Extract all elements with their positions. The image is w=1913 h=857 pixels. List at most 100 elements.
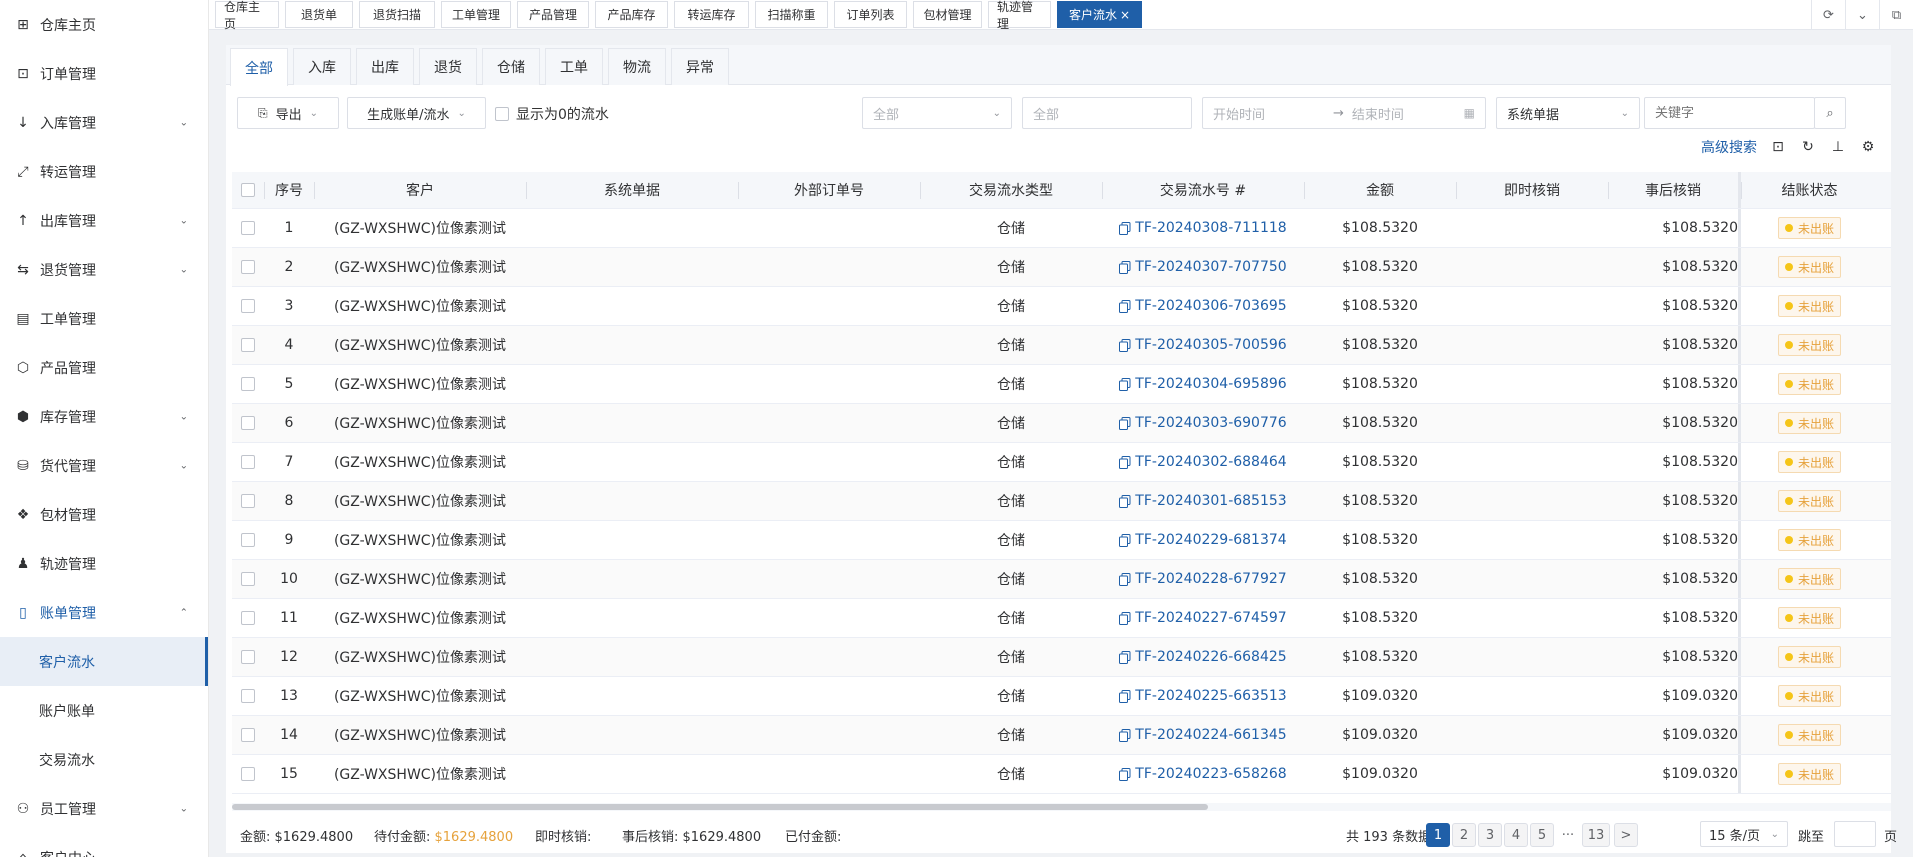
page-last-button[interactable]: 13 [1582, 823, 1610, 847]
sidebar-item[interactable]: ⛁ 货代管理 ⌄ [0, 441, 208, 490]
horizontal-scrollbar[interactable] [232, 803, 1891, 811]
category-select[interactable]: 全部 ⌄ [862, 97, 1012, 129]
txn-no-link[interactable]: TF-20240229-681374 [1119, 532, 1287, 548]
copy-icon[interactable] [1119, 260, 1131, 274]
txn-no-link[interactable]: TF-20240224-661345 [1119, 727, 1287, 743]
top-tab[interactable]: 包材管理 [913, 1, 982, 28]
column-height-icon[interactable]: ⊥ [1829, 138, 1847, 156]
top-tab[interactable]: 订单列表 [834, 1, 907, 28]
sidebar-item[interactable]: ⌂ 客户中心 [0, 833, 208, 857]
table-row[interactable]: 6 (GZ-WXSHWC)位像素测试 仓储 TF-20240303-690776 $10… [232, 404, 1891, 443]
top-tab[interactable]: 转运库存 [674, 1, 749, 28]
copy-icon[interactable] [1119, 572, 1131, 586]
copy-icon[interactable] [1119, 455, 1131, 469]
checkbox-box[interactable] [241, 377, 255, 391]
row-checkbox[interactable] [232, 677, 264, 715]
fullscreen-button[interactable]: ⧉ [1879, 0, 1913, 30]
table-row[interactable]: 10 (GZ-WXSHWC)位像素测试 仓储 TF-20240228-677927 $1… [232, 560, 1891, 599]
checkbox-box[interactable] [241, 611, 255, 625]
table-row[interactable]: 12 (GZ-WXSHWC)位像素测试 仓储 TF-20240226-668425 $1… [232, 638, 1891, 677]
checkbox-box[interactable] [241, 260, 255, 274]
filter-toggle-icon[interactable]: ⊡ [1769, 138, 1787, 156]
row-checkbox[interactable] [232, 287, 264, 325]
row-checkbox[interactable] [232, 521, 264, 559]
sidebar-subitem[interactable]: 交易流水 [0, 735, 208, 784]
close-icon[interactable]: × [1120, 8, 1130, 22]
copy-icon[interactable] [1119, 533, 1131, 547]
checkbox-box[interactable] [241, 767, 255, 781]
row-checkbox[interactable] [232, 404, 264, 442]
table-row[interactable]: 7 (GZ-WXSHWC)位像素测试 仓储 TF-20240302-688464 $10… [232, 443, 1891, 482]
top-tab[interactable]: 客户流水 × [1057, 1, 1142, 28]
sidebar-item[interactable]: ⤢ 转运管理 [0, 147, 208, 196]
table-row[interactable]: 2 (GZ-WXSHWC)位像素测试 仓储 TF-20240307-707750 $10… [232, 248, 1891, 287]
pagination-ellipsis[interactable]: ··· [1556, 823, 1580, 847]
copy-icon[interactable] [1119, 689, 1131, 703]
checkbox-box[interactable] [241, 455, 255, 469]
page-5-button[interactable]: 5 [1530, 823, 1554, 847]
sidebar-item[interactable]: ❖ 包材管理 [0, 490, 208, 539]
copy-icon[interactable] [1119, 338, 1131, 352]
table-row[interactable]: 4 (GZ-WXSHWC)位像素测试 仓储 TF-20240305-700596 $10… [232, 326, 1891, 365]
sidebar-item[interactable]: ⚇ 员工管理 ⌄ [0, 784, 208, 833]
tab-4[interactable]: 仓储 [482, 48, 540, 85]
sidebar-item[interactable]: ⬢ 库存管理 ⌄ [0, 392, 208, 441]
checkbox-box[interactable] [241, 183, 255, 197]
copy-icon[interactable] [1119, 299, 1131, 313]
txn-no-link[interactable]: TF-20240227-674597 [1119, 610, 1287, 626]
row-checkbox[interactable] [232, 326, 264, 364]
tabs-dropdown-button[interactable]: ⌄ [1845, 0, 1879, 30]
next-page-button[interactable]: > [1614, 823, 1638, 847]
tab-7[interactable]: 异常 [671, 48, 729, 85]
table-row[interactable]: 3 (GZ-WXSHWC)位像素测试 仓储 TF-20240306-703695 $10… [232, 287, 1891, 326]
sidebar-item[interactable]: ⊡ 订单管理 [0, 49, 208, 98]
checkbox-box[interactable] [241, 299, 255, 313]
table-row[interactable]: 13 (GZ-WXSHWC)位像素测试 仓储 TF-20240225-663513 $1… [232, 677, 1891, 716]
copy-icon[interactable] [1119, 377, 1131, 391]
tab-6[interactable]: 物流 [608, 48, 666, 85]
tab-2[interactable]: 出库 [356, 48, 414, 85]
export-button[interactable]: ⎘ 导出 ⌄ [237, 97, 339, 129]
txn-no-link[interactable]: TF-20240307-707750 [1119, 259, 1287, 275]
top-tab[interactable]: 轨迹管理 [988, 0, 1051, 31]
row-checkbox[interactable] [232, 365, 264, 403]
row-checkbox[interactable] [232, 482, 264, 520]
row-checkbox[interactable] [232, 209, 264, 247]
txn-no-link[interactable]: TF-20240302-688464 [1119, 454, 1287, 470]
copy-icon[interactable] [1119, 221, 1131, 235]
row-checkbox[interactable] [232, 443, 264, 481]
copy-icon[interactable] [1119, 494, 1131, 508]
txn-no-link[interactable]: TF-20240301-685153 [1119, 493, 1287, 509]
page-size-select[interactable]: 15 条/页 ⌄ [1700, 821, 1788, 847]
keyword-field[interactable] [1655, 105, 1804, 121]
row-checkbox[interactable] [232, 638, 264, 676]
page-4-button[interactable]: 4 [1504, 823, 1528, 847]
page-2-button[interactable]: 2 [1452, 823, 1476, 847]
top-tab[interactable]: 退货扫描 [359, 1, 435, 28]
tab-5[interactable]: 工单 [545, 48, 603, 85]
settings-gear-icon[interactable]: ⚙ [1859, 138, 1877, 156]
goto-page-input[interactable] [1834, 821, 1876, 847]
copy-icon[interactable] [1119, 767, 1131, 781]
checkbox-box[interactable] [241, 494, 255, 508]
txn-no-link[interactable]: TF-20240225-663513 [1119, 688, 1287, 704]
table-row[interactable]: 5 (GZ-WXSHWC)位像素测试 仓储 TF-20240304-695896 $10… [232, 365, 1891, 404]
checkbox-box[interactable] [241, 338, 255, 352]
checkbox-box[interactable] [495, 107, 509, 121]
tab-1[interactable]: 入库 [293, 48, 351, 85]
generate-bill-button[interactable]: 生成账单/流水 ⌄ [347, 97, 486, 129]
top-tab[interactable]: 产品库存 [595, 1, 668, 28]
sidebar-item[interactable]: ↓ 入库管理 ⌄ [0, 98, 208, 147]
refresh-tab-button[interactable]: ⟳ [1811, 0, 1845, 30]
table-row[interactable]: 15 (GZ-WXSHWC)位像素测试 仓储 TF-20240223-658268 $1… [232, 755, 1891, 794]
checkbox-box[interactable] [241, 650, 255, 664]
show-zero-checkbox[interactable]: 显示为0的流水 [495, 104, 609, 124]
sidebar-item[interactable]: ⊞ 仓库主页 [0, 0, 208, 49]
top-tab[interactable]: 扫描称重 [755, 1, 828, 28]
table-row[interactable]: 1 (GZ-WXSHWC)位像素测试 仓储 TF-20240308-711118 $10… [232, 209, 1891, 248]
scrollbar-thumb[interactable] [232, 804, 1208, 810]
txn-no-link[interactable]: TF-20240223-658268 [1119, 766, 1287, 782]
copy-icon[interactable] [1119, 611, 1131, 625]
tab-0[interactable]: 全部 [230, 48, 288, 86]
sidebar-item[interactable]: ⬡ 产品管理 [0, 343, 208, 392]
